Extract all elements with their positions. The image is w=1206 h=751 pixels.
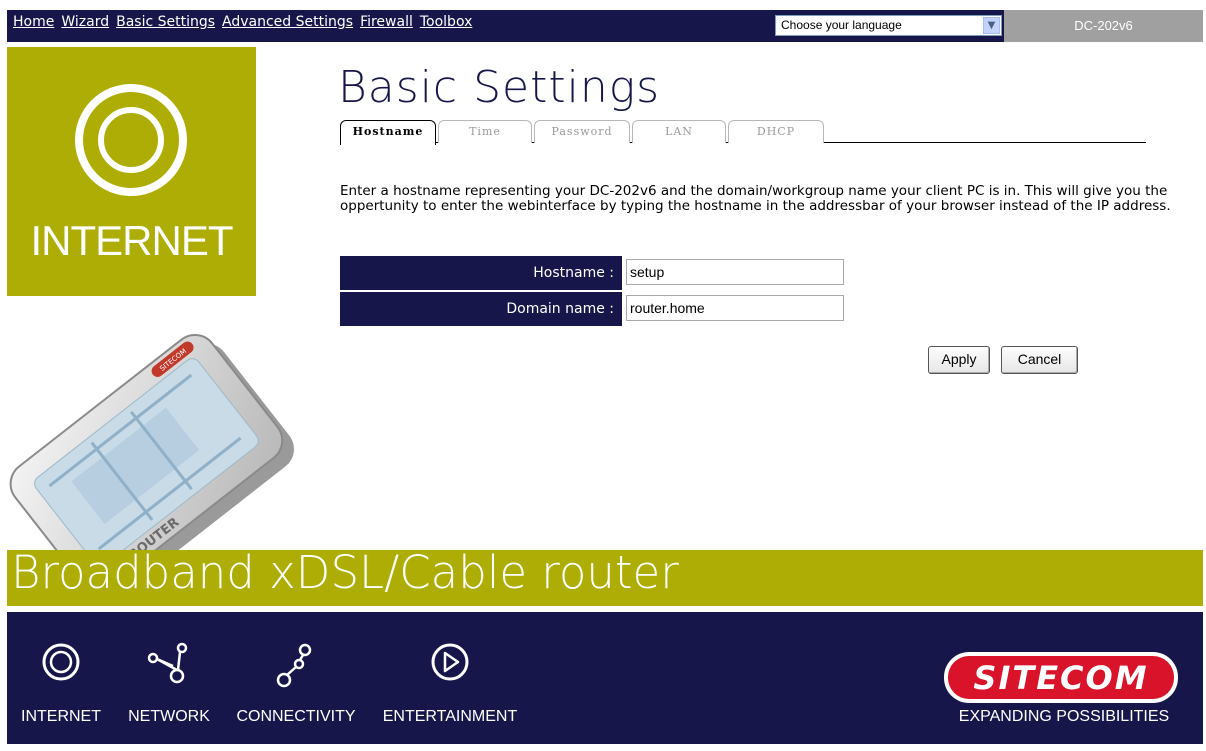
product-banner: Broadband xDSL/Cable router — [7, 546, 1203, 606]
tab-lan[interactable]: LAN — [632, 120, 726, 143]
cancel-button[interactable]: Cancel — [1001, 346, 1078, 374]
footer-label-entertainment: ENTERTAINMENT — [382, 708, 518, 725]
nav-link-toolbox[interactable]: Toolbox — [420, 14, 473, 30]
brand-tagline: EXPANDING POSSIBILITIES — [958, 708, 1170, 725]
apply-button[interactable]: Apply — [928, 346, 990, 374]
nav-link-firewall[interactable]: Firewall — [360, 14, 413, 30]
sitecom-logo-text: SITECOM — [973, 659, 1148, 697]
model-name: DC-202v6 — [1004, 10, 1203, 42]
domain-label-cell: Domain name : — [340, 292, 622, 326]
internet-ring-icon — [75, 84, 187, 196]
nav-link-basic-settings[interactable]: Basic Settings — [116, 14, 215, 30]
settings-tabs: Hostname Time Password LAN DHCP — [340, 120, 1146, 145]
tab-hostname[interactable]: Hostname — [340, 120, 436, 145]
nav-link-home[interactable]: Home — [13, 14, 54, 30]
sitecom-logo: SITECOM — [944, 652, 1178, 703]
footer: INTERNET NETWORK CONNECTIVITY ENTERTAINM… — [7, 612, 1203, 744]
nav-link-advanced-settings[interactable]: Advanced Settings — [222, 14, 353, 30]
router-image: SITECOM ROUTER — [9, 333, 294, 562]
product-banner-text: Broadband xDSL/Cable router — [11, 546, 679, 599]
tab-password[interactable]: Password — [534, 120, 630, 143]
domain-name-input[interactable]: router.home — [626, 295, 844, 321]
footer-label-network: NETWORK — [128, 708, 210, 725]
page-title: Basic Settings — [338, 62, 661, 113]
nav-link-wizard[interactable]: Wizard — [61, 14, 109, 30]
connectivity-icon — [276, 643, 312, 688]
language-select-value: Choose your language — [781, 18, 902, 32]
internet-panel: INTERNET — [7, 47, 256, 296]
network-icon — [147, 642, 188, 684]
top-navigation-bar: Home Wizard Basic Settings Advanced Setting… — [7, 10, 1203, 42]
hostname-input[interactable]: setup — [626, 259, 844, 285]
footer-label-internet: INTERNET — [21, 708, 101, 725]
tab-dhcp[interactable]: DHCP — [728, 120, 824, 143]
domain-name-label: Domain name : — [506, 301, 614, 317]
main-nav: Home Wizard Basic Settings Advanced Setting… — [13, 14, 479, 30]
tab-time[interactable]: Time — [438, 120, 532, 143]
chevron-down-icon[interactable]: ▼ — [983, 17, 1000, 34]
page-description: Enter a hostname representing your DC-20… — [340, 183, 1171, 214]
play-icon — [431, 643, 469, 681]
hostname-label: Hostname : — [533, 265, 614, 281]
hostname-label-cell: Hostname : — [340, 256, 622, 290]
internet-icon — [42, 643, 80, 681]
internet-panel-label: INTERNET — [30, 217, 234, 264]
footer-label-connectivity: CONNECTIVITY — [236, 708, 356, 725]
language-select[interactable]: Choose your language ▼ — [775, 15, 1002, 36]
